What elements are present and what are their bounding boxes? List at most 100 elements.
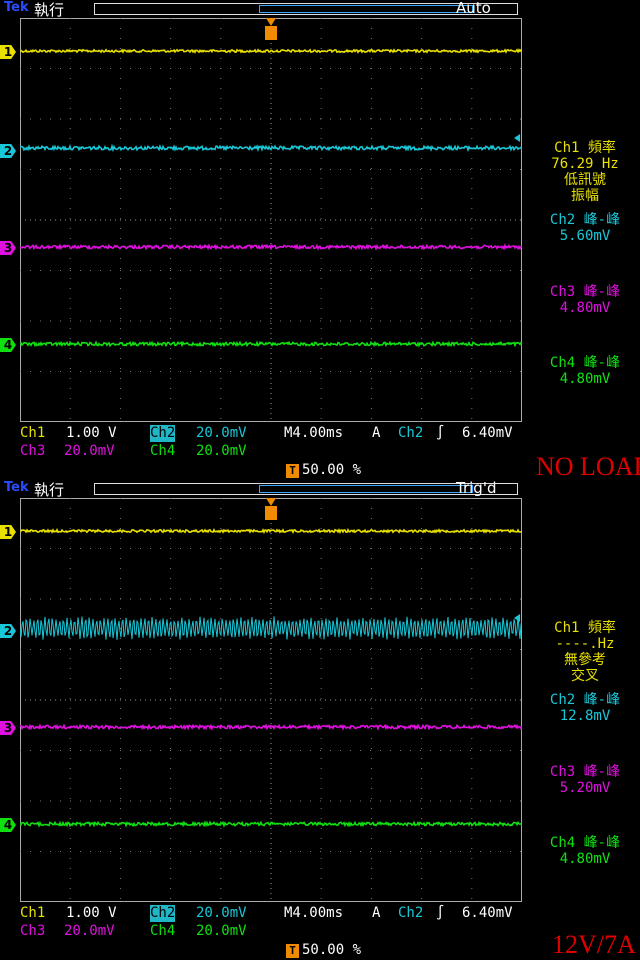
ch4-scale[interactable]: 20.0mV [196,443,247,460]
brand-logo: Tek [4,0,29,15]
ch3-scale[interactable]: 20.0mV [64,923,115,940]
ch3-meas-label: Ch3 峰-峰 [549,764,621,780]
ch1-meas-note1: 低訊號 [564,172,606,188]
status-bar: Tek 執行 Auto [0,0,520,19]
ch1-meas-note2: 振幅 [571,188,599,204]
ch1-meas-value: ----.Hz [555,636,615,652]
ch1-measurement: Ch1 頻率 ----.Hz 無參考 交叉 [530,620,640,684]
ch1-label[interactable]: Ch1 [20,425,45,442]
trigger-marker-icon [266,18,276,26]
ch1-marker[interactable]: 1 [0,45,16,59]
graticule [20,18,522,422]
ch3-label[interactable]: Ch3 [20,923,45,940]
ch4-label[interactable]: Ch4 [150,443,175,460]
trigger-slope-icon: ∫ [436,425,445,441]
ch4-marker[interactable]: 4 [0,818,16,832]
ch1-trace [20,48,522,54]
ch4-meas-value: 4.80mV [559,371,611,387]
ch2-meas-value: 12.8mV [559,708,611,724]
ch2-meas-value: 5.60mV [559,228,611,244]
ch4-trace [20,340,522,348]
trigger-mode: Trig'd [456,479,497,497]
trigger-source[interactable]: Ch2 [398,905,423,922]
ch3-meas-value: 5.20mV [559,780,611,796]
ch4-label[interactable]: Ch4 [150,923,175,940]
ch2-trace [20,143,522,153]
ch4-measurement: Ch4 峰-峰 4.80mV [530,355,640,387]
record-view-window[interactable] [259,485,473,493]
ch2-label[interactable]: Ch2 [150,425,176,442]
scope-screen-no-load: Tek 執行 Auto 1 2 3 4 Ch1 頻率 76.29 Hz 低訊號 … [0,0,640,481]
ch1-scale[interactable]: 1.00 V [66,905,117,922]
ch2-meas-label: Ch2 峰-峰 [549,692,621,708]
ch1-trace [20,528,522,535]
ch2-meas-label: Ch2 峰-峰 [549,212,621,228]
ch1-label[interactable]: Ch1 [20,905,45,922]
ch1-marker[interactable]: 1 [0,525,16,539]
ch2-scale[interactable]: 20.0mV [196,425,247,442]
timebase[interactable]: M4.00ms [284,425,343,442]
trigger-type: A [372,425,381,441]
ch4-meas-label: Ch4 峰-峰 [549,835,621,851]
ch4-meas-label: Ch4 峰-峰 [549,355,621,371]
caption-load: 12V/7A [552,930,636,959]
scope-screen-12v7a: Tek 執行 Trig'd 1 2 3 4 Ch1 頻率 ----.Hz 無參考… [0,479,640,960]
ch3-meas-value: 4.80mV [559,300,611,316]
trigger-position-value: 50.00 % [302,462,362,478]
ch4-marker[interactable]: 4 [0,338,16,352]
ch2-measurement: Ch2 峰-峰 5.60mV [530,212,640,244]
ch1-meas-note2: 交叉 [571,668,599,684]
trigger-position[interactable]: T 50.00 % [286,942,378,958]
ch2-marker[interactable]: 2 [0,624,16,638]
ch3-measurement: Ch3 峰-峰 5.20mV [530,764,640,796]
ch3-measurement: Ch3 峰-峰 4.80mV [530,284,640,316]
trigger-slope-icon: ∫ [436,905,445,921]
ch4-trace [20,820,522,828]
record-length-bar [94,3,518,15]
trigger-position-icon: T [286,944,299,958]
ch1-meas-note1: 無參考 [564,652,606,668]
brand-logo: Tek [4,480,29,495]
trigger-position-value: 50.00 % [302,942,362,958]
ch3-marker[interactable]: 3 [0,241,16,255]
ch1-meas-value: 76.29 Hz [551,156,619,172]
run-state: 執行 [34,1,65,19]
trigger-position[interactable]: T 50.00 % [286,462,378,478]
trigger-level[interactable]: 6.40mV [462,905,513,922]
ch1-meas-label: Ch1 頻率 [554,620,616,636]
ch3-marker[interactable]: 3 [0,721,16,735]
ch2-trace [20,616,522,640]
ch1-meas-label: Ch1 頻率 [554,140,616,156]
trigger-mode: Auto [456,0,491,17]
trigger-position-icon: T [286,464,299,478]
ch4-scale[interactable]: 20.0mV [196,923,247,940]
settings-readout: Ch1 1.00 V Ch2 20.0mV M4.00ms A Ch2 ∫ 6.… [0,905,530,945]
settings-readout: Ch1 1.00 V Ch2 20.0mV M4.00ms A Ch2 ∫ 6.… [0,425,530,465]
trigger-level-icon [514,614,520,622]
record-view-window[interactable] [259,5,473,13]
ch4-measurement: Ch4 峰-峰 4.80mV [530,835,640,867]
caption-no-load: NO LOAD [536,452,640,481]
trigger-time-marker [265,26,277,40]
ch3-label[interactable]: Ch3 [20,443,45,460]
graticule [20,498,522,902]
ch3-meas-label: Ch3 峰-峰 [549,284,621,300]
trigger-source[interactable]: Ch2 [398,425,423,442]
trigger-time-marker [265,506,277,520]
trigger-type: A [372,905,381,921]
ch2-label[interactable]: Ch2 [150,905,176,922]
record-length-bar [94,483,518,495]
timebase[interactable]: M4.00ms [284,905,343,922]
ch2-scale[interactable]: 20.0mV [196,905,247,922]
ch3-trace [20,243,522,251]
ch1-measurement: Ch1 頻率 76.29 Hz 低訊號 振幅 [530,140,640,204]
ch2-marker[interactable]: 2 [0,144,16,158]
ch3-scale[interactable]: 20.0mV [64,443,115,460]
ch2-measurement: Ch2 峰-峰 12.8mV [530,692,640,724]
status-bar: Tek 執行 Trig'd [0,479,520,499]
trigger-level[interactable]: 6.40mV [462,425,513,442]
ch4-meas-value: 4.80mV [559,851,611,867]
trigger-marker-icon [266,498,276,506]
trigger-level-icon [514,134,520,142]
ch1-scale[interactable]: 1.00 V [66,425,117,442]
